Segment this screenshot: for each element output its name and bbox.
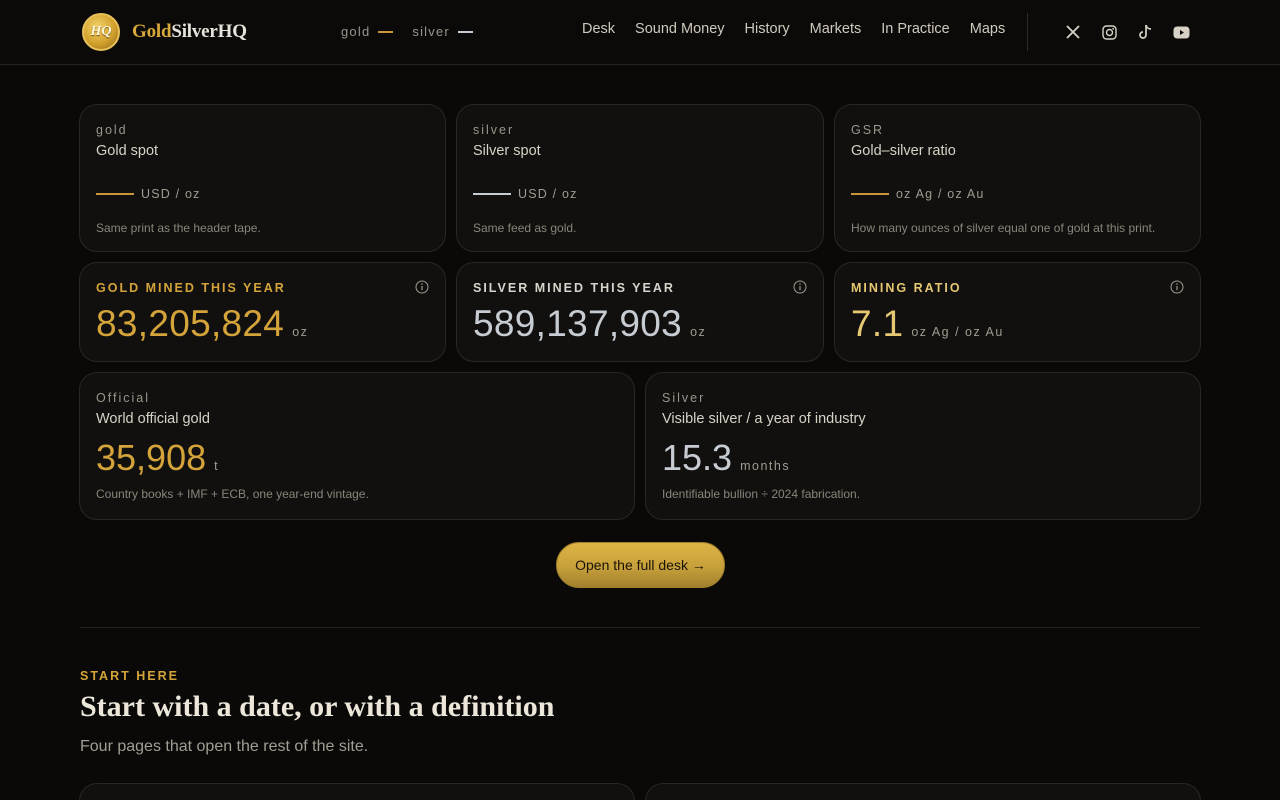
logo-wordmark-gold: Gold bbox=[132, 21, 172, 42]
logo-wordmark-rest: SilverHQ bbox=[171, 21, 247, 42]
card-title: Visible silver / a year of industry bbox=[662, 411, 866, 427]
stat-label: GOLD MINED THIS YEAR bbox=[96, 281, 286, 295]
card-title: Silver spot bbox=[473, 143, 541, 159]
card-note: Same feed as gold. bbox=[473, 221, 577, 235]
instagram-icon[interactable] bbox=[1100, 22, 1118, 42]
stat-value-row: 15.3 months bbox=[662, 437, 790, 479]
card-note: Identifiable bullion ÷ 2024 fabrication. bbox=[662, 487, 861, 501]
card-note: Country books + IMF + ECB, one year-end … bbox=[96, 487, 369, 501]
stat-value-row: 83,205,824 oz bbox=[96, 303, 308, 345]
series-line-silver bbox=[473, 193, 511, 195]
series-line-gsr bbox=[851, 193, 889, 195]
card-title: Gold spot bbox=[96, 143, 159, 159]
tape-silver-label: silver bbox=[412, 24, 450, 39]
stat-unit: oz bbox=[690, 325, 707, 339]
card-unit: USD / oz bbox=[473, 187, 578, 201]
silver-spot-card: silver Silver spot USD / oz Same feed as… bbox=[456, 104, 824, 252]
open-full-desk-button[interactable]: Open the full desk → bbox=[556, 542, 725, 588]
logo-badge-icon: HQ bbox=[82, 13, 120, 51]
x-icon[interactable] bbox=[1064, 22, 1082, 42]
card-note: Same print as the header tape. bbox=[96, 221, 261, 235]
gsr-card: GSR Gold–silver ratio oz Ag / oz Au How … bbox=[834, 104, 1201, 252]
nav-history[interactable]: History bbox=[745, 21, 790, 37]
card-title: World official gold bbox=[96, 411, 210, 427]
card-title: Gold–silver ratio bbox=[851, 143, 956, 159]
info-icon[interactable] bbox=[1170, 280, 1184, 294]
youtube-icon[interactable] bbox=[1172, 22, 1190, 42]
stat-value: 15.3 bbox=[662, 437, 733, 478]
card-eyebrow: GSR bbox=[851, 123, 885, 137]
social-links bbox=[1064, 22, 1190, 42]
tape-silver: silver bbox=[412, 24, 473, 39]
gold-mined-card: GOLD MINED THIS YEAR 83,205,824 oz bbox=[79, 262, 446, 362]
card-eyebrow: Official bbox=[96, 391, 150, 405]
start-card-1[interactable] bbox=[79, 783, 635, 800]
section-kicker: START HERE bbox=[80, 669, 179, 683]
stat-value-row: 35,908 t bbox=[96, 437, 219, 479]
stat-unit: oz bbox=[292, 325, 309, 339]
card-unit: oz Ag / oz Au bbox=[851, 187, 985, 201]
stat-unit: months bbox=[740, 459, 791, 473]
visible-silver-card: Silver Visible silver / a year of indust… bbox=[645, 372, 1201, 520]
site-logo[interactable]: HQ GoldSilverHQ bbox=[82, 13, 247, 51]
stat-value: 35,908 bbox=[96, 437, 207, 478]
nav-desk[interactable]: Desk bbox=[582, 21, 615, 37]
stat-value: 83,205,824 bbox=[96, 303, 285, 344]
stat-label: SILVER MINED THIS YEAR bbox=[473, 281, 675, 295]
gold-spot-card: gold Gold spot USD / oz Same print as th… bbox=[79, 104, 446, 252]
card-note: How many ounces of silver equal one of g… bbox=[851, 221, 1156, 235]
main-nav: Desk Sound Money History Markets In Prac… bbox=[582, 21, 1005, 37]
logo-wordmark: GoldSilverHQ bbox=[132, 21, 247, 43]
mining-ratio-card: MINING RATIO 7.1 oz Ag / oz Au bbox=[834, 262, 1201, 362]
price-tape: gold silver bbox=[341, 24, 473, 39]
nav-maps[interactable]: Maps bbox=[970, 21, 1005, 37]
info-icon[interactable] bbox=[415, 280, 429, 294]
card-unit: USD / oz bbox=[96, 187, 201, 201]
section-headline: Start with a date, or with a definition bbox=[80, 690, 555, 723]
card-eyebrow: silver bbox=[473, 123, 515, 137]
nav-divider bbox=[1027, 13, 1028, 51]
start-card-2[interactable] bbox=[645, 783, 1201, 800]
stat-unit: oz Ag / oz Au bbox=[911, 325, 1004, 339]
section-divider bbox=[80, 627, 1200, 628]
silver-mined-card: SILVER MINED THIS YEAR 589,137,903 oz bbox=[456, 262, 824, 362]
tape-silver-dash bbox=[457, 30, 473, 33]
stat-label: MINING RATIO bbox=[851, 281, 962, 295]
card-unit-label: USD / oz bbox=[518, 187, 578, 201]
info-icon[interactable] bbox=[793, 280, 807, 294]
tape-gold-dash bbox=[378, 30, 394, 33]
card-unit-label: oz Ag / oz Au bbox=[896, 187, 985, 201]
stat-value: 7.1 bbox=[851, 303, 904, 344]
card-eyebrow: Silver bbox=[662, 391, 706, 405]
nav-markets[interactable]: Markets bbox=[810, 21, 862, 37]
nav-sound-money[interactable]: Sound Money bbox=[635, 21, 724, 37]
section-subtitle: Four pages that open the rest of the sit… bbox=[80, 738, 369, 755]
card-unit-label: USD / oz bbox=[141, 187, 201, 201]
card-eyebrow: gold bbox=[96, 123, 128, 137]
tape-gold: gold bbox=[341, 24, 394, 39]
stat-value-row: 589,137,903 oz bbox=[473, 303, 706, 345]
stat-unit: t bbox=[214, 459, 220, 473]
stat-value-row: 7.1 oz Ag / oz Au bbox=[851, 303, 1004, 345]
official-gold-card: Official World official gold 35,908 t Co… bbox=[79, 372, 635, 520]
tape-gold-label: gold bbox=[341, 24, 371, 39]
tiktok-icon[interactable] bbox=[1136, 22, 1154, 42]
series-line-gold bbox=[96, 193, 134, 195]
stat-value: 589,137,903 bbox=[473, 303, 683, 344]
nav-in-practice[interactable]: In Practice bbox=[881, 21, 950, 37]
site-header: HQ GoldSilverHQ gold silver Desk Sound M… bbox=[0, 0, 1280, 65]
